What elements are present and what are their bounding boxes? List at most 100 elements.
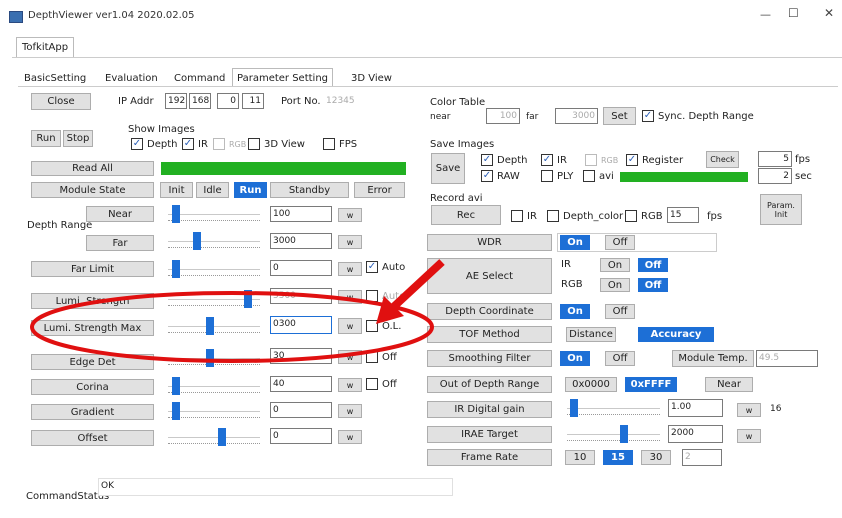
tof-method-button[interactable]: TOF Method [427, 326, 552, 343]
param-init-button[interactable]: Param. Init [760, 194, 802, 225]
record-fps-value[interactable]: 15 [667, 207, 699, 223]
color-table-near-value[interactable]: 100 [486, 108, 520, 124]
edge-det-off-checkbox[interactable] [366, 351, 378, 363]
oodr-0xffff-button[interactable]: 0xFFFF [625, 377, 677, 392]
slider-thumb[interactable] [193, 232, 201, 250]
color-table-far-value[interactable]: 3000 [555, 108, 598, 124]
corina-value[interactable]: 40 [270, 376, 332, 392]
edge-det-button[interactable]: Edge Det [31, 354, 154, 370]
lumi-strength-slider[interactable] [168, 289, 260, 309]
slider-thumb[interactable] [206, 317, 214, 335]
far-limit-auto-checkbox[interactable]: ✓ [366, 261, 378, 273]
offset-value[interactable]: 0 [270, 428, 332, 444]
save-fps-value[interactable]: 5 [758, 151, 792, 167]
depth-coordinate-button[interactable]: Depth Coordinate [427, 303, 552, 320]
far-limit-slider[interactable] [168, 259, 260, 279]
near-slider[interactable] [168, 204, 260, 224]
lumi-strength-auto-checkbox[interactable] [366, 290, 378, 302]
ol-checkbox[interactable] [366, 320, 378, 332]
irae-target-write-button[interactable]: w [737, 429, 761, 443]
tab-basic-setting[interactable]: BasicSetting [24, 73, 86, 84]
ip-octet-2[interactable]: 168 [189, 93, 211, 109]
save-ply-checkbox[interactable] [541, 170, 553, 182]
lumi-strength-max-value[interactable]: 0300 [270, 316, 332, 334]
rec-button[interactable]: Rec [431, 205, 501, 225]
save-rgb-checkbox[interactable] [585, 154, 597, 166]
tab-command[interactable]: Command [174, 73, 225, 84]
ir-digital-gain-write-button[interactable]: w [737, 403, 761, 417]
gradient-write-button[interactable]: w [338, 404, 362, 418]
save-button[interactable]: Save [431, 153, 465, 184]
state-run-button[interactable]: Run [234, 182, 267, 198]
smoothing-filter-button[interactable]: Smoothing Filter [427, 350, 552, 367]
wdr-button[interactable]: WDR [427, 234, 552, 251]
ae-rgb-off-button[interactable]: Off [638, 278, 668, 292]
lumi-strength-max-button[interactable]: Lumi. Strength Max [31, 320, 154, 336]
far-value[interactable]: 3000 [270, 233, 332, 249]
near-write-button[interactable]: w [338, 208, 362, 222]
tof-accuracy-button[interactable]: Accuracy [638, 327, 714, 342]
offset-write-button[interactable]: w [338, 430, 362, 444]
frame-rate-15-button[interactable]: 15 [603, 450, 633, 465]
fps-checkbox[interactable] [323, 138, 335, 150]
sync-depth-range-checkbox[interactable]: ✓ [642, 110, 654, 122]
rgb-checkbox[interactable] [213, 138, 225, 150]
corina-button[interactable]: Corina [31, 379, 154, 395]
lumi-strength-max-write-button[interactable]: w [338, 318, 362, 334]
ae-ir-on-button[interactable]: On [600, 258, 630, 272]
app-tab[interactable]: TofkitApp [16, 37, 74, 57]
corina-off-checkbox[interactable] [366, 378, 378, 390]
slider-thumb[interactable] [172, 260, 180, 278]
module-state-button[interactable]: Module State [31, 182, 154, 198]
edge-det-value[interactable]: 30 [270, 348, 332, 364]
slider-thumb[interactable] [172, 402, 180, 420]
far-limit-write-button[interactable]: w [338, 262, 362, 276]
ip-octet-4[interactable]: 11 [242, 93, 264, 109]
slider-thumb[interactable] [218, 428, 226, 446]
near-value[interactable]: 100 [270, 206, 332, 222]
slider-thumb[interactable] [172, 377, 180, 395]
save-avi-checkbox[interactable] [583, 170, 595, 182]
slider-thumb[interactable] [570, 399, 578, 417]
far-limit-button[interactable]: Far Limit [31, 261, 154, 277]
irae-target-button[interactable]: IRAE Target [427, 426, 552, 443]
smoothing-on-button[interactable]: On [560, 351, 590, 366]
oodr-near-button[interactable]: Near [705, 377, 753, 392]
record-ir-checkbox[interactable] [511, 210, 523, 222]
state-init-button[interactable]: Init [160, 182, 193, 198]
save-sec-value[interactable]: 2 [758, 168, 792, 184]
state-standby-button[interactable]: Standby [270, 182, 349, 198]
slider-thumb[interactable] [244, 290, 252, 308]
depth-checkbox[interactable]: ✓ [131, 138, 143, 150]
gradient-button[interactable]: Gradient [31, 404, 154, 420]
edge-det-slider[interactable] [168, 348, 260, 368]
lumi-strength-write-button[interactable]: w [338, 290, 362, 304]
ae-ir-off-button[interactable]: Off [638, 258, 668, 272]
tab-3d-view[interactable]: 3D View [351, 73, 392, 84]
maximize-button[interactable]: ☐ [788, 6, 799, 20]
slider-thumb[interactable] [172, 205, 180, 223]
depth-coordinate-on-button[interactable]: On [560, 304, 590, 319]
save-ir-checkbox[interactable]: ✓ [541, 154, 553, 166]
stop-button[interactable]: Stop [63, 130, 93, 147]
near-button[interactable]: Near [86, 206, 154, 222]
frame-rate-10-button[interactable]: 10 [565, 450, 595, 465]
slider-thumb[interactable] [620, 425, 628, 443]
ip-octet-3[interactable]: 0 [217, 93, 239, 109]
slider-thumb[interactable] [206, 349, 214, 367]
state-idle-button[interactable]: Idle [196, 182, 229, 198]
gradient-slider[interactable] [168, 401, 260, 421]
ae-rgb-on-button[interactable]: On [600, 278, 630, 292]
record-depth-color-checkbox[interactable] [547, 210, 559, 222]
state-error-button[interactable]: Error [354, 182, 405, 198]
read-all-button[interactable]: Read All [31, 161, 154, 176]
frame-rate-button[interactable]: Frame Rate [427, 449, 552, 466]
ae-select-button[interactable]: AE Select [427, 258, 552, 294]
depth-coordinate-off-button[interactable]: Off [605, 304, 635, 319]
smoothing-off-button[interactable]: Off [605, 351, 635, 366]
corina-write-button[interactable]: w [338, 378, 362, 392]
ip-octet-1[interactable]: 192 [165, 93, 187, 109]
save-raw-checkbox[interactable]: ✓ [481, 170, 493, 182]
ir-checkbox[interactable]: ✓ [182, 138, 194, 150]
far-button[interactable]: Far [86, 235, 154, 251]
